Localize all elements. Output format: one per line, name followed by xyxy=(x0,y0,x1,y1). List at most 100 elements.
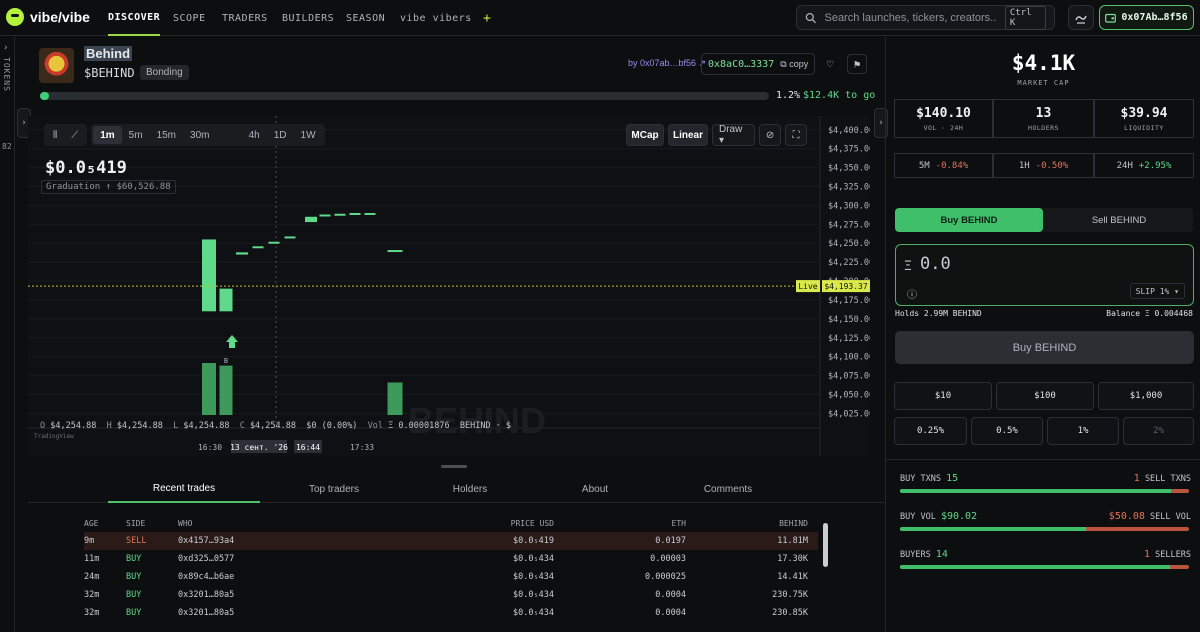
table-row[interactable]: 11m BUY 0xd325…0577 $0.0₅434 0.00003 17.30K xyxy=(84,550,818,568)
quick-amount-10[interactable]: $10 xyxy=(894,382,992,410)
quick-amount-100[interactable]: $100 xyxy=(996,382,1094,410)
info-icon[interactable]: ⓘ xyxy=(907,286,917,301)
token-name: Behind xyxy=(84,46,133,61)
x-tick-label: 17:33 xyxy=(350,443,374,452)
candle[interactable] xyxy=(219,288,233,312)
timeframe-30m[interactable]: 30m xyxy=(183,126,216,144)
tab-top-traders[interactable]: Top traders xyxy=(258,476,410,503)
quick-pct-05[interactable]: 0.5% xyxy=(971,417,1043,445)
nav-add-button[interactable]: + xyxy=(483,0,491,36)
sell-vol-value: $50.08 xyxy=(1108,511,1145,522)
trade-rows: 9m SELL 0x4157…93a4 $0.0₅419 0.0197 11.81M 11m… xyxy=(84,532,818,622)
tab-about[interactable]: About xyxy=(519,476,671,503)
candle[interactable] xyxy=(387,250,403,253)
y-tick-label: $4,300.00 xyxy=(828,201,870,211)
line-chart-icon[interactable]: ⟋ xyxy=(64,126,85,144)
buy-txns-label: BUY TXNS xyxy=(900,474,941,484)
logo[interactable]: vibe/vibe xyxy=(6,8,90,26)
report-flag-icon[interactable]: ⚑ xyxy=(847,54,867,74)
candle[interactable] xyxy=(349,212,361,215)
tokens-sidebar[interactable]: › TOKENS 82 xyxy=(0,37,15,632)
amount-input[interactable] xyxy=(920,254,1120,274)
slippage-select[interactable]: SLIP 1% ▾ xyxy=(1129,283,1185,299)
brand-name: vibe/vibe xyxy=(30,9,90,25)
table-row[interactable]: 24m BUY 0x89c4…b6ae $0.0₅434 0.000025 14.41K xyxy=(84,568,818,586)
candle[interactable] xyxy=(202,239,216,312)
y-tick-label: $4,250.00 xyxy=(828,239,870,249)
candle[interactable] xyxy=(236,252,248,255)
quick-pct-2[interactable]: 2% xyxy=(1123,417,1194,445)
trade-wallet[interactable]: 0x3201…80a5 xyxy=(178,590,388,600)
candle[interactable] xyxy=(334,213,346,216)
mcap-toggle-button[interactable]: MCap xyxy=(626,124,664,146)
table-row[interactable]: 32m BUY 0x3201…80a5 $0.0₅434 0.0004 230.85K xyxy=(84,604,818,622)
table-header: AGE SIDE WHO PRICE USD ETH BEHIND xyxy=(84,514,818,532)
fullscreen-icon[interactable]: ⛶ xyxy=(785,124,807,146)
candle[interactable] xyxy=(305,216,317,223)
nav-traders[interactable]: TRADERS xyxy=(222,0,268,36)
table-scrollbar[interactable] xyxy=(823,523,828,567)
bridge-button[interactable] xyxy=(1068,5,1094,30)
buyers: BUYERS 14 xyxy=(900,549,948,560)
trade-wallet[interactable]: 0x89c4…b6ae xyxy=(178,572,388,582)
nav-discover[interactable]: DISCOVER xyxy=(108,0,161,36)
quick-pct-1[interactable]: 1% xyxy=(1047,417,1119,445)
sellers: 1 SELLERS xyxy=(1144,549,1191,560)
sell-tab[interactable]: Sell BEHIND xyxy=(1045,208,1193,232)
volume-bar xyxy=(387,382,403,415)
ohlc-open: $4,254.88 xyxy=(50,421,97,431)
candle[interactable] xyxy=(319,214,331,217)
timeframe-1d[interactable]: 1D xyxy=(267,126,294,144)
timeframe-5m[interactable]: 5m xyxy=(122,126,150,144)
tab-recent-trades[interactable]: Recent trades xyxy=(108,476,260,503)
nav-season[interactable]: SEASON xyxy=(346,0,385,36)
table-row[interactable]: 9m SELL 0x4157…93a4 $0.0₅419 0.0197 11.81M xyxy=(84,532,818,550)
trade-wallet[interactable]: 0xd325…0577 xyxy=(178,554,388,564)
ohlc-high: $4,254.88 xyxy=(116,421,163,431)
timeframe-1w[interactable]: 1W xyxy=(294,126,323,144)
buy-tab[interactable]: Buy BEHIND xyxy=(895,208,1043,232)
hide-drawings-icon[interactable]: ⊘ xyxy=(759,124,781,146)
quick-amount-1000[interactable]: $1,000 xyxy=(1098,382,1194,410)
quick-pct-025[interactable]: 0.25% xyxy=(894,417,967,445)
contract-address[interactable]: 0x8aC0…3337 ⧉ copy xyxy=(701,53,816,75)
favorite-icon[interactable]: ♡ xyxy=(820,54,840,74)
bonding-progress-fill xyxy=(40,92,49,100)
table-row[interactable]: 32m BUY 0x3201…80a5 $0.0₅434 0.0004 230.75K xyxy=(84,586,818,604)
candle[interactable] xyxy=(252,246,264,249)
trade-wallet[interactable]: 0x4157…93a4 xyxy=(178,536,388,546)
candle[interactable] xyxy=(284,236,296,239)
nav-builders[interactable]: BUILDERS xyxy=(282,0,334,36)
copy-label: copy xyxy=(789,58,809,69)
nav-vibe-vibers[interactable]: vibe vibers xyxy=(400,0,472,36)
timeframe-4h[interactable]: 4h xyxy=(242,126,267,144)
tradingview-attribution: TradingView xyxy=(34,433,74,440)
right-panel: $4.1K MARKET CAP $140.10 VOL · 24H 13 HO… xyxy=(885,37,1200,632)
y-tick-label: $4,100.00 xyxy=(828,353,870,363)
creator-link[interactable]: by 0x07ab…bf56 ↗ xyxy=(628,58,706,69)
candles-icon[interactable]: ⫴ xyxy=(46,126,64,144)
sidebar-expand-icon[interactable]: › xyxy=(3,43,8,53)
buy-submit-button[interactable]: Buy BEHIND xyxy=(895,331,1194,364)
timeframe-15m[interactable]: 15m xyxy=(150,126,183,144)
trade-age: 32m xyxy=(84,590,100,600)
search-bar[interactable]: Ctrl K xyxy=(796,5,1055,30)
draw-tools-button[interactable]: Draw ▾ xyxy=(712,124,755,146)
wallet-button[interactable]: 0x07Ab…8f56 xyxy=(1099,5,1194,30)
change-5m: 5M -0.84% xyxy=(894,153,993,178)
copy-button[interactable]: ⧉ copy xyxy=(780,59,808,70)
sell-vol-label: SELL VOL xyxy=(1150,512,1191,522)
scale-toggle-button[interactable]: Linear xyxy=(668,124,708,146)
search-input[interactable] xyxy=(824,11,997,24)
timeframe-1m[interactable]: 1m xyxy=(93,126,122,144)
nav-scope[interactable]: SCOPE xyxy=(173,0,206,36)
candle[interactable] xyxy=(268,241,280,244)
tab-comments[interactable]: Comments xyxy=(652,476,804,503)
change-1h: 1H -0.50% xyxy=(993,153,1094,178)
buy-marker-icon xyxy=(226,335,238,348)
trade-wallet[interactable]: 0x3201…80a5 xyxy=(178,608,388,618)
timeframe-group: 1m5m15m30m1h4h1D1W xyxy=(91,124,325,146)
holders-value: 13 xyxy=(1035,105,1052,121)
resize-handle[interactable] xyxy=(441,465,467,468)
candle[interactable] xyxy=(364,212,376,215)
